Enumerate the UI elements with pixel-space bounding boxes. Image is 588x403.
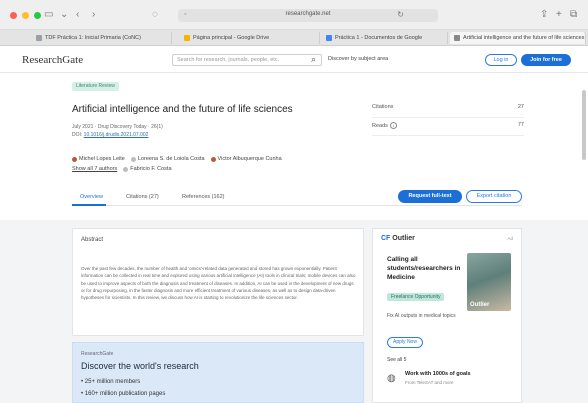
login-button[interactable]: Log in: [485, 54, 517, 66]
sidebar-icon[interactable]: ▭: [44, 9, 53, 21]
reads-label: Reads: [372, 123, 388, 129]
tab-citations[interactable]: Citations (27): [126, 194, 159, 200]
ad-photo-brand: Outlier: [470, 302, 490, 308]
reads-stat: Reads i 77: [372, 122, 524, 136]
avatar: [123, 166, 129, 172]
tab-overview[interactable]: Overview: [80, 194, 103, 200]
share-icon[interactable]: ⇪: [540, 9, 548, 21]
ad-item-subtitle: From TeleSAT and more: [405, 380, 454, 385]
ad-chip: Freelance Opportunity: [387, 293, 445, 301]
citations-stat: Citations 27: [372, 104, 524, 118]
citations-value: 27: [517, 104, 524, 110]
ad-logo-text: Outlier: [392, 235, 415, 242]
browser-titlebar: ▭ ⌄ ‹ › ◌ ◦ researchgate.net ↻ ⇪ + ⧉: [0, 0, 588, 30]
shield-icon[interactable]: ◌: [152, 9, 158, 21]
author-name: Loreena S. de Loiola Costa: [137, 156, 205, 162]
promo-item: • 25+ million members: [81, 379, 141, 385]
author-list-more: Show all 7 authors Fabricio F. Costa: [72, 166, 172, 172]
tab-label: TDF Práctica 1: Inicial Primaria (CoNC): [45, 35, 141, 41]
tab-label: Página principal - Google Drive: [193, 35, 270, 41]
new-tab-icon[interactable]: +: [556, 9, 562, 21]
tab-favicon-icon: [454, 35, 460, 41]
browser-tab[interactable]: Práctica 1 - Documentos de Google: [322, 32, 448, 44]
tab-favicon-icon: [184, 35, 190, 41]
author-name: Fabricio F. Costa: [130, 166, 172, 172]
article-meta: July 2021 · Drug Discovery Today · 26(1): [72, 124, 163, 130]
browser-tab-active[interactable]: Artificial intelligence and the future o…: [450, 32, 586, 44]
reads-value: 77: [517, 122, 524, 128]
ad-tag: Ad: [507, 236, 513, 241]
chevron-down-icon[interactable]: ⌄: [60, 9, 68, 21]
page-scrollbar[interactable]: [582, 90, 586, 160]
author[interactable]: Loreena S. de Loiola Costa: [130, 156, 205, 162]
globe-icon: ◍: [387, 373, 396, 384]
article-stats: Citations 27 Reads i 77: [372, 104, 524, 140]
author[interactable]: Fabricio F. Costa: [123, 166, 172, 172]
abstract-text: Over the past few decades, the number of…: [81, 266, 356, 301]
avatar: [130, 156, 136, 162]
tab-references[interactable]: References (162): [182, 194, 225, 200]
close-window-button[interactable]: [10, 12, 17, 19]
ad-logo: CF Outlier: [381, 235, 415, 242]
browser-tab[interactable]: TDF Práctica 1: Inicial Primaria (CoNC): [32, 32, 172, 44]
search-input[interactable]: Search for research, journals, people, e…: [172, 54, 322, 66]
ad-headline: Calling all students/researchers in Medi…: [387, 256, 461, 281]
author-name: Victor Albuquerque Cunha: [217, 156, 282, 162]
citations-label: Citations: [372, 104, 394, 110]
tab-label: Práctica 1 - Documentos de Google: [335, 35, 423, 41]
address-bar[interactable]: ◦ researchgate.net ↻: [178, 9, 438, 22]
doi-label: DOI:: [72, 132, 83, 138]
tab-overview-icon[interactable]: ⧉: [570, 9, 577, 21]
ad-item-title[interactable]: Work with 1000s of goals: [405, 371, 471, 377]
promo-brand: ResearchGate: [81, 351, 114, 357]
reload-icon[interactable]: ↻: [397, 10, 404, 19]
active-tab-indicator: [72, 204, 106, 206]
back-icon[interactable]: ‹: [76, 9, 79, 21]
promo-item: • 160+ million publication pages: [81, 391, 166, 397]
abstract-card: Abstract Over the past few decades, the …: [72, 228, 364, 336]
search-icon[interactable]: ⌕: [311, 54, 316, 65]
browser-tab-bar: TDF Práctica 1: Inicial Primaria (CoNC) …: [0, 30, 588, 46]
author[interactable]: Michel Lopes Leite: [72, 156, 125, 162]
ad-apply-button[interactable]: Apply Now: [387, 337, 423, 348]
avatar: [210, 156, 216, 162]
discover-link[interactable]: Discover by subject area: [328, 56, 388, 62]
ad-photo: Outlier: [467, 253, 511, 311]
tab-favicon-icon: [36, 35, 42, 41]
article-title: Artificial intelligence and the future o…: [72, 104, 293, 115]
browser-tab[interactable]: Página principal - Google Drive: [180, 32, 320, 44]
site-header: ResearchGate Search for research, journa…: [0, 47, 588, 73]
author-list: Michel Lopes Leite Loreena S. de Loiola …: [72, 156, 282, 162]
author[interactable]: Victor Albuquerque Cunha: [210, 156, 282, 162]
info-icon[interactable]: i: [389, 122, 397, 129]
doi-link[interactable]: 10.1016/j.drudis.2021.07.002: [84, 132, 149, 138]
ad-card[interactable]: CF Outlier Ad Calling all students/resea…: [372, 228, 522, 403]
show-all-authors-link[interactable]: Show all 7 authors: [72, 166, 117, 172]
ad-logo-mark: CF: [381, 235, 391, 242]
tab-label: Artificial intelligence and the future o…: [463, 35, 585, 41]
window-controls: [10, 12, 41, 19]
site-logo[interactable]: ResearchGate: [22, 54, 83, 66]
minimize-window-button[interactable]: [22, 12, 29, 19]
maximize-window-button[interactable]: [34, 12, 41, 19]
signup-promo-card: ResearchGate Discover the world's resear…: [72, 342, 364, 403]
export-citation-button[interactable]: Export citation: [466, 190, 522, 203]
promo-title: Discover the world's research: [81, 361, 199, 371]
ad-subtext: Fix AI outputs in medical topics: [387, 313, 456, 319]
author-name: Michel Lopes Leite: [79, 156, 125, 162]
article-doi: DOI: 10.1016/j.drudis.2021.07.002: [72, 132, 148, 138]
article-type-badge: Literature Review: [72, 82, 119, 91]
avatar: [72, 156, 77, 162]
forward-icon[interactable]: ›: [92, 9, 95, 21]
request-full-text-button[interactable]: Request full-text: [398, 190, 462, 203]
join-button[interactable]: Join for free: [521, 54, 571, 66]
ad-see-all[interactable]: See all 5: [387, 357, 406, 363]
abstract-heading: Abstract: [81, 237, 104, 243]
tab-favicon-icon: [326, 35, 332, 41]
